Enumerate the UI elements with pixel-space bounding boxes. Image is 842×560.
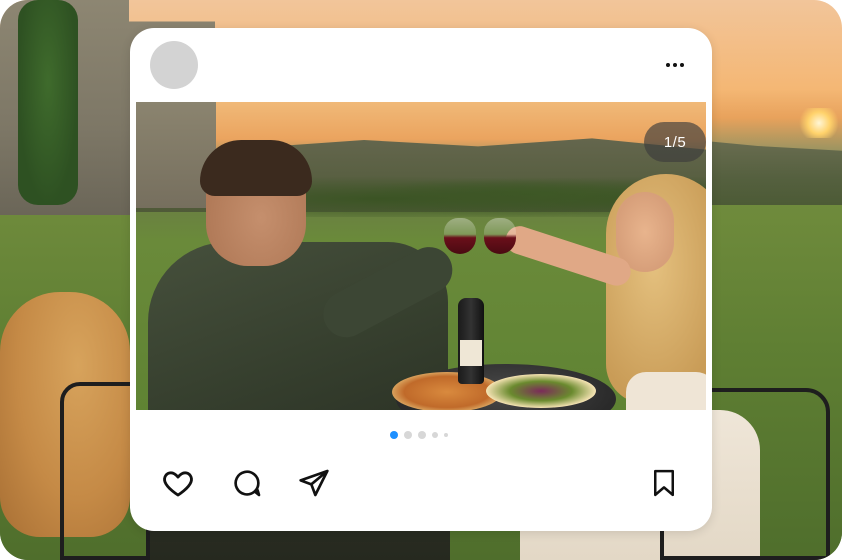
- heart-icon: [163, 471, 193, 497]
- photo-wine-glass: [444, 218, 476, 254]
- photo-bottle-label: [460, 340, 482, 366]
- comment-button[interactable]: [229, 465, 265, 501]
- bookmark-icon: [654, 469, 674, 497]
- carousel-dot: [432, 432, 438, 438]
- like-button[interactable]: [160, 465, 196, 501]
- carousel-dot: [418, 431, 426, 439]
- carousel-dot: [444, 433, 448, 437]
- post-actions-bar: [130, 465, 712, 505]
- more-options-button[interactable]: [655, 50, 695, 80]
- share-button[interactable]: [296, 465, 332, 501]
- avatar[interactable]: [150, 41, 198, 89]
- send-icon: [299, 469, 329, 497]
- post-card: 1/5: [130, 28, 712, 531]
- photo-woman-dress: [626, 372, 706, 410]
- photo-wine-glass: [484, 218, 516, 254]
- carousel-counter-text: 1/5: [663, 133, 687, 151]
- ivy-wall: [18, 0, 78, 205]
- photo-man-hair: [200, 140, 312, 196]
- save-button[interactable]: [646, 465, 682, 501]
- sunset-sun: [796, 108, 842, 138]
- carousel-dot: [404, 431, 412, 439]
- carousel-dot-active: [390, 431, 398, 439]
- carousel-counter-badge: 1/5: [644, 122, 706, 162]
- more-horizontal-icon: [665, 63, 686, 67]
- comment-bubble-icon: [234, 470, 261, 497]
- carousel-dots: [390, 429, 460, 441]
- photo-fruit-plate: [486, 374, 596, 408]
- post-photo[interactable]: [136, 102, 706, 410]
